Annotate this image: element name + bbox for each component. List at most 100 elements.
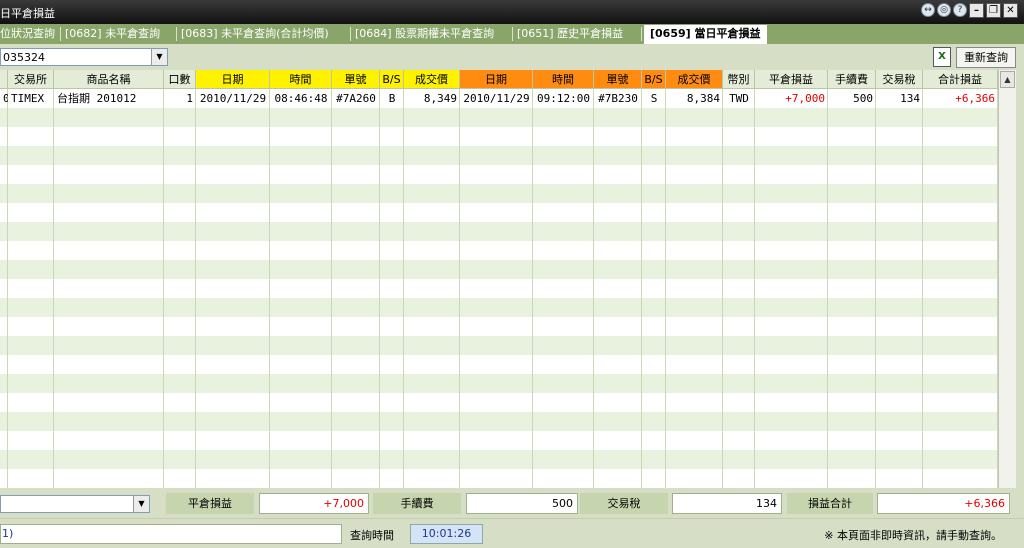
vertical-scrollbar[interactable]: ▲ (998, 70, 1016, 488)
pl-value: +7,000 (259, 493, 369, 514)
cell-close-date: 2010/11/29 (463, 92, 530, 105)
table-row[interactable] (0, 108, 998, 127)
table-row[interactable] (0, 317, 998, 336)
tab-separator (60, 27, 61, 41)
minimize-button[interactable]: – (969, 3, 984, 18)
column-header-open-price[interactable]: 成交價 (404, 70, 460, 89)
column-divider (641, 89, 642, 488)
tab-separator (512, 27, 513, 41)
title-bar: 日平倉損益 ↔ ◎ ? – ❐ ✕ (0, 0, 1024, 24)
restore-button[interactable]: ❐ (986, 3, 1001, 18)
table-row[interactable] (0, 469, 998, 488)
query-time-label: 查詢時間 (350, 529, 394, 542)
column-header-close-pl[interactable]: 平倉損益 (755, 70, 828, 89)
status-bar: 1) 查詢時間 10:01:26 ※ 本頁面非即時資訊，請手動查詢。 (0, 518, 1024, 548)
tab-0684[interactable]: [0684] 股票期權未平倉查詢 (355, 25, 494, 44)
table-row[interactable] (0, 355, 998, 374)
tab-0682[interactable]: [0682] 未平倉查詢 (65, 25, 160, 44)
tab-bar: 位狀況查詢 [0682] 未平倉查詢 [0683] 未平倉查詢(合計均價) [0… (0, 24, 1024, 44)
account-select[interactable]: 035324 ▼ (0, 48, 168, 66)
column-header-close-bs[interactable]: B/S (642, 70, 666, 89)
excel-export-button[interactable]: X (933, 47, 951, 67)
column-header-open-date[interactable]: 日期 (196, 70, 270, 89)
cell-tax: 134 (900, 92, 920, 105)
tab-separator (176, 27, 177, 41)
column-divider (593, 89, 594, 488)
cell-currency: TWD (729, 92, 749, 105)
cell-close-order: #7B230 (598, 92, 638, 105)
column-header-product[interactable]: 商品名稱 (54, 70, 164, 89)
settings-icon[interactable]: ◎ (937, 3, 951, 17)
column-header-fee[interactable]: 手續費 (828, 70, 876, 89)
table-row[interactable] (0, 374, 998, 393)
table-row[interactable] (0, 412, 998, 431)
table-row[interactable] (0, 241, 998, 260)
column-divider (195, 89, 196, 488)
status-message: 1) (0, 524, 342, 544)
column-divider (269, 89, 270, 488)
link-icon[interactable]: ↔ (921, 3, 935, 17)
tab-0683[interactable]: [0683] 未平倉查詢(合計均價) (181, 25, 329, 44)
column-header-qty[interactable]: 口數 (164, 70, 196, 89)
tab-separator (350, 27, 351, 41)
cell-seq: 0 (3, 92, 8, 105)
table-row[interactable] (0, 260, 998, 279)
table-row[interactable] (0, 336, 998, 355)
column-header-open-bs[interactable]: B/S (380, 70, 404, 89)
close-button[interactable]: ✕ (1003, 3, 1018, 18)
column-header-seq[interactable] (0, 70, 8, 89)
tax-value: 134 (672, 493, 782, 514)
table-row[interactable] (0, 431, 998, 450)
column-header-tax[interactable]: 交易稅 (876, 70, 923, 89)
column-divider (53, 89, 54, 488)
help-icon[interactable]: ? (953, 3, 967, 17)
column-header-close-order[interactable]: 單號 (594, 70, 642, 89)
chevron-down-icon[interactable]: ▼ (151, 49, 167, 65)
column-divider (403, 89, 404, 488)
window-controls: ↔ ◎ ? – ❐ ✕ (921, 3, 1018, 18)
column-header-close-date[interactable]: 日期 (460, 70, 533, 89)
column-header-exchange[interactable]: 交易所 (8, 70, 54, 89)
query-time-value: 10:01:26 (410, 524, 483, 544)
column-header-close-price[interactable]: 成交價 (666, 70, 723, 89)
toolbar: 035324 ▼ X 重新查詢 (0, 44, 1024, 70)
summary-select[interactable]: ▼ (0, 495, 150, 513)
chevron-down-icon[interactable]: ▼ (133, 496, 149, 512)
cell-exchange: TIMEX (11, 92, 45, 105)
manual-query-notice: ※ 本頁面非即時資訊，請手動查詢。 (824, 529, 1002, 542)
table-row[interactable] (0, 127, 998, 146)
column-divider (722, 89, 723, 488)
column-divider (379, 89, 380, 488)
table-row[interactable] (0, 184, 998, 203)
table-row[interactable] (0, 279, 998, 298)
table-row[interactable] (0, 298, 998, 317)
cell-open-time: 08:46:48 (274, 92, 328, 105)
cell-close-bs: S (650, 92, 658, 105)
column-header-currency[interactable]: 幣別 (723, 70, 755, 89)
tab-0651[interactable]: [0651] 歷史平倉損益 (517, 25, 623, 44)
cell-open-bs: B (388, 92, 396, 105)
summary-bar: ▼ 平倉損益 +7,000 手續費 500 交易稅 134 損益合計 +6,36… (0, 488, 1024, 518)
table-row[interactable] (0, 203, 998, 222)
column-divider (922, 89, 923, 488)
column-divider (754, 89, 755, 488)
cell-qty: 1 (186, 92, 193, 105)
column-header-close-time[interactable]: 時間 (533, 70, 594, 89)
table-row[interactable] (0, 146, 998, 165)
cell-fee: 500 (853, 92, 873, 105)
account-value: 035324 (3, 51, 45, 64)
table-row[interactable] (0, 222, 998, 241)
tab-0659[interactable]: [0659] 當日平倉損益 (644, 25, 767, 44)
column-header-open-time[interactable]: 時間 (270, 70, 332, 89)
fee-value: 500 (466, 493, 578, 514)
tab-position-status[interactable]: 位狀況查詢 (0, 25, 55, 44)
column-header-open-order[interactable]: 單號 (332, 70, 380, 89)
table-row[interactable] (0, 450, 998, 469)
refresh-button[interactable]: 重新查詢 (956, 47, 1016, 68)
excel-icon: X (938, 51, 946, 62)
fee-label: 手續費 (373, 493, 461, 514)
table-row[interactable] (0, 393, 998, 412)
scroll-up-icon[interactable]: ▲ (1000, 71, 1015, 88)
table-row[interactable] (0, 165, 998, 184)
column-header-total-pl[interactable]: 合計損益 (923, 70, 998, 89)
